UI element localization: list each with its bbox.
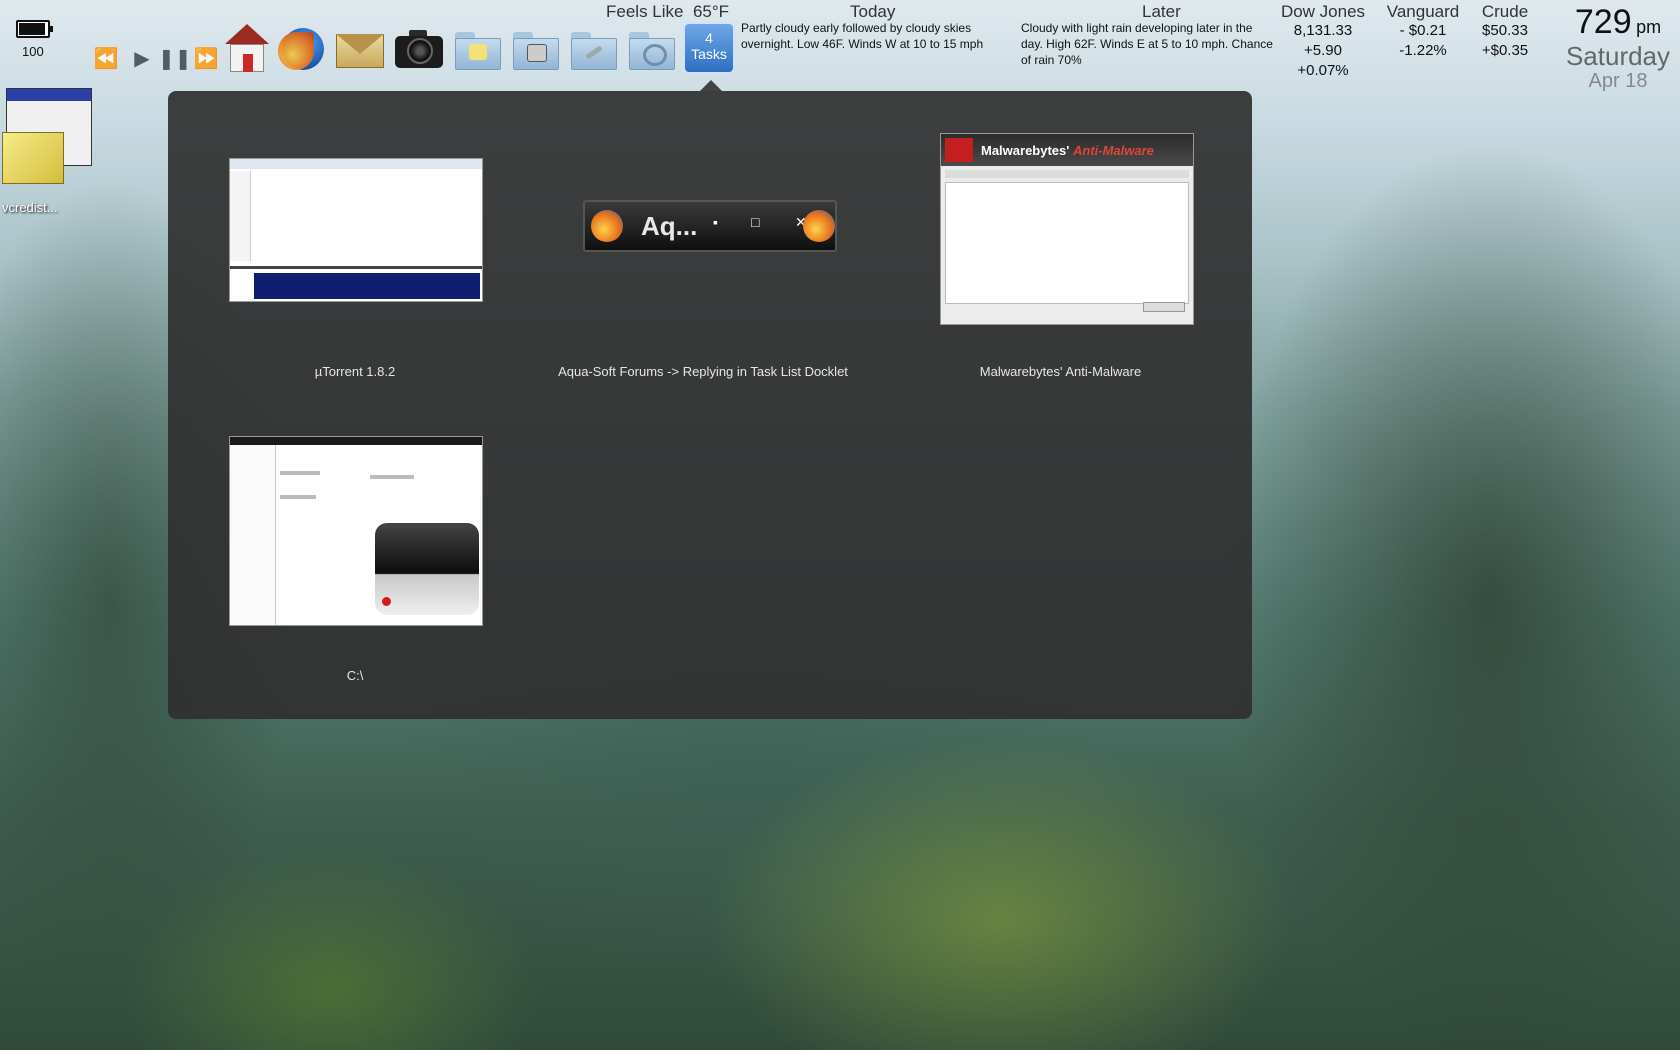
stock-name: Dow Jones bbox=[1280, 2, 1366, 21]
task-title: C:\ bbox=[346, 668, 364, 683]
stock-change: +5.90 bbox=[1304, 42, 1342, 59]
task-my-computer[interactable]: C:\ bbox=[168, 391, 528, 691]
today-label: Today bbox=[850, 2, 896, 21]
task-thumbnail: Malwarebytes' Anti-Malware bbox=[940, 133, 1194, 325]
stock-dow-jones[interactable]: Dow Jones 8,131.33 +5.90 +0.07% bbox=[1278, 2, 1368, 81]
settings-folder-icon[interactable] bbox=[626, 22, 678, 74]
task-thumbnail: Aq... ▪ □ ✕ bbox=[583, 200, 837, 252]
clock-ampm: pm bbox=[1636, 17, 1662, 37]
stock-percent: +0.07% bbox=[1297, 62, 1349, 79]
firefox-icon bbox=[803, 210, 835, 242]
task-utorrent[interactable]: µTorrent 1.8.2 bbox=[168, 91, 528, 391]
installer-box-icon bbox=[2, 132, 64, 184]
stock-change: - $0.21 bbox=[1399, 22, 1447, 39]
task-title: Malwarebytes' Anti-Malware bbox=[979, 364, 1142, 379]
task-list-pointer bbox=[700, 80, 722, 91]
tasks-count: 4 bbox=[705, 30, 713, 46]
stock-name: Crude bbox=[1481, 2, 1529, 21]
pause-icon[interactable]: ❚❚ bbox=[158, 48, 192, 70]
task-thumbnail bbox=[229, 436, 483, 626]
stock-name: Vanguard bbox=[1386, 2, 1460, 21]
documents-folder-icon[interactable] bbox=[452, 22, 504, 74]
feels-like-value: 65°F bbox=[692, 2, 730, 21]
fast-forward-icon[interactable]: ⏩ bbox=[192, 48, 220, 70]
thumbnail-title: Aq... bbox=[641, 211, 698, 241]
clock-day: Saturday bbox=[1565, 41, 1671, 71]
feels-like-label: Feels Like bbox=[606, 2, 684, 21]
later-forecast: Cloudy with light rain developing later … bbox=[1021, 21, 1273, 67]
task-list-button[interactable]: 4 Tasks bbox=[683, 22, 735, 74]
stock-value: 8,131.33 bbox=[1293, 22, 1353, 39]
later-label: Later bbox=[1142, 2, 1181, 21]
home-icon[interactable] bbox=[221, 22, 273, 74]
rewind-icon[interactable]: ⏪ bbox=[92, 48, 120, 70]
maximize-icon: □ bbox=[751, 214, 760, 230]
task-title: µTorrent 1.8.2 bbox=[314, 364, 396, 379]
clock-date: Apr 18 bbox=[1588, 70, 1648, 92]
stock-value: $50.33 bbox=[1482, 22, 1528, 39]
games-folder-icon[interactable] bbox=[510, 22, 562, 74]
clock-time: 729 bbox=[1574, 3, 1632, 41]
camera-icon[interactable] bbox=[393, 22, 445, 74]
stock-change: +$0.35 bbox=[1481, 42, 1529, 59]
battery-icon bbox=[16, 18, 53, 40]
desktop-icon-vcredist[interactable]: vcredist... bbox=[2, 88, 92, 218]
task-malwarebytes[interactable]: Malwarebytes' Anti-Malware Malwarebytes'… bbox=[888, 91, 1252, 391]
battery-level: 100 bbox=[22, 44, 44, 59]
firefox-icon[interactable] bbox=[276, 22, 328, 74]
firefox-icon bbox=[591, 210, 623, 242]
play-icon[interactable]: ▶ bbox=[128, 48, 156, 70]
malwarebytes-logo-icon bbox=[945, 138, 973, 162]
today-forecast: Partly cloudy early followed by cloudy s… bbox=[741, 21, 984, 51]
task-aqua-soft-forums[interactable]: Aq... ▪ □ ✕ Aqua-Soft Forums -> Replying… bbox=[528, 91, 888, 391]
thumbnail-title: Malwarebytes' Anti-Malware bbox=[981, 143, 1154, 158]
stock-percent: -1.22% bbox=[1399, 42, 1447, 59]
stock-vanguard[interactable]: Vanguard - $0.21 -1.22% bbox=[1383, 2, 1463, 61]
top-dock-bar: 100 ⏪ ▶ ❚❚ ⏩ 4 Tasks Feels Like 65°F Tod… bbox=[0, 0, 1680, 92]
tools-folder-icon[interactable] bbox=[568, 22, 620, 74]
mail-icon[interactable] bbox=[334, 22, 386, 74]
desktop-icon-label: vcredist... bbox=[2, 200, 58, 215]
task-thumbnail bbox=[229, 158, 483, 302]
task-list-panel: µTorrent 1.8.2 Aq... ▪ □ ✕ Aqua-Soft For… bbox=[168, 91, 1252, 719]
stock-crude[interactable]: Crude $50.33 +$0.35 bbox=[1472, 2, 1538, 61]
minimize-icon: ▪ bbox=[713, 214, 718, 230]
task-title: Aqua-Soft Forums -> Replying in Task Lis… bbox=[558, 364, 848, 379]
clock-widget: 729 pm Saturday Apr 18 bbox=[1556, 2, 1680, 92]
feels-like: Feels Like 65°F bbox=[606, 2, 729, 22]
tasks-label: Tasks bbox=[691, 46, 727, 62]
